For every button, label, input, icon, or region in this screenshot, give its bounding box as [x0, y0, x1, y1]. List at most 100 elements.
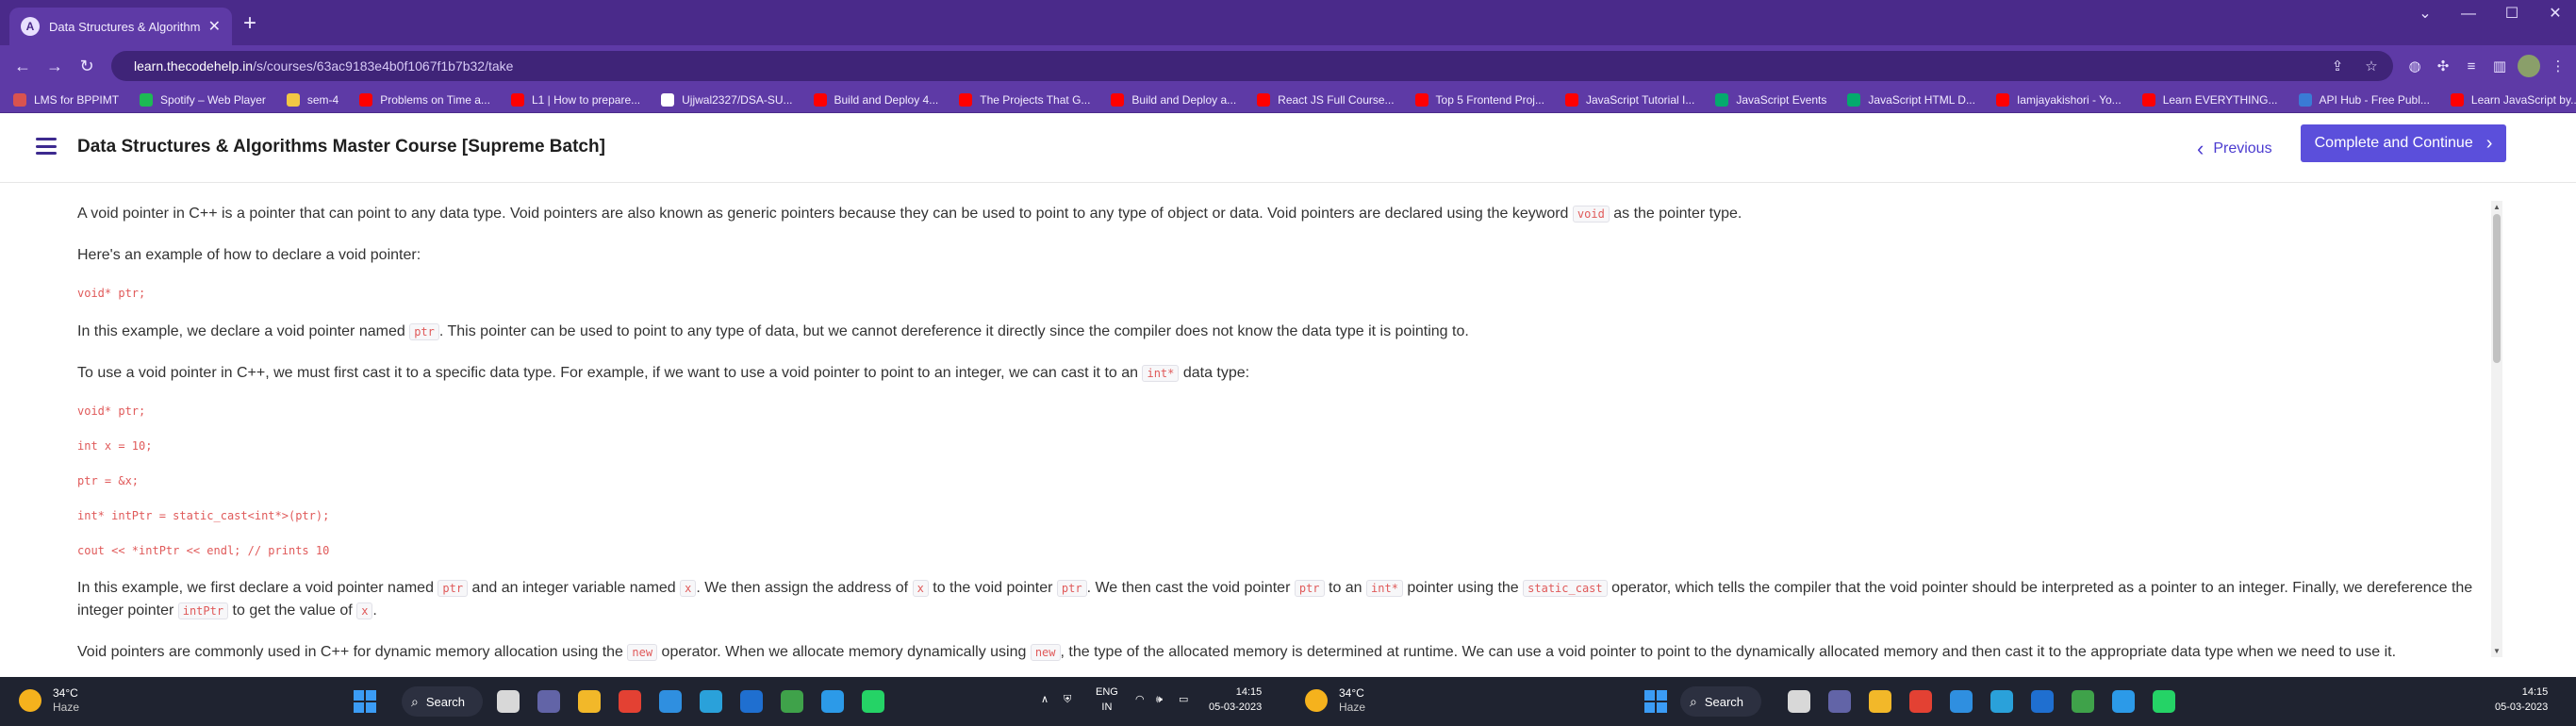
start-menu-icon[interactable]	[354, 690, 376, 713]
bookmark-item[interactable]: React JS Full Course...	[1257, 92, 1395, 107]
mail-icon[interactable]	[740, 690, 763, 713]
weather-widget[interactable]: 34°C Haze	[19, 686, 79, 715]
wifi-icon[interactable]: ◠	[1135, 692, 1145, 707]
xbox-icon[interactable]	[2072, 690, 2094, 713]
code-line: void* ptr;	[77, 287, 146, 300]
bookmark-item[interactable]: sem-4	[286, 92, 339, 107]
maximize-button[interactable]: ☐	[2493, 2, 2531, 26]
scroll-up-arrow-icon[interactable]: ▲	[2491, 203, 2502, 211]
browser-tab[interactable]: A Data Structures & Algorithms M... ✕	[9, 8, 232, 45]
system-clock[interactable]: 14:15 05-03-2023	[2495, 685, 2548, 715]
weather-widget[interactable]: 34°C Haze	[1305, 686, 1365, 715]
file-explorer-icon[interactable]	[1869, 690, 1891, 713]
close-window-button[interactable]: ✕	[2536, 2, 2574, 26]
weather-temp: 34°C	[1339, 686, 1364, 700]
security-icon[interactable]: ⛨	[1064, 692, 1071, 707]
minimize-button[interactable]: —	[2450, 2, 2487, 26]
course-header: Data Structures & Algorithms Master Cour…	[0, 113, 2576, 183]
bookmark-label: Spotify – Web Player	[160, 92, 266, 107]
taskbar-search-button[interactable]: ⌕ Search	[402, 686, 483, 717]
bookmark-item[interactable]: The Projects That G...	[959, 92, 1090, 107]
inline-code: intPtr	[177, 602, 229, 619]
language-indicator[interactable]: ENG IN	[1096, 685, 1118, 715]
teams-icon[interactable]	[1828, 690, 1851, 713]
bookmark-star-icon[interactable]: ☆	[2361, 57, 2382, 77]
paragraph-text: . We then assign the address of	[696, 580, 913, 596]
taskbar-search-button[interactable]: ⌕ Search	[1680, 686, 1761, 717]
chrome-icon[interactable]	[619, 690, 641, 713]
bookmark-item[interactable]: L1 | How to prepare...	[510, 92, 640, 107]
bookmark-item[interactable]: Iamjayakishori - Yo...	[1995, 92, 2122, 107]
battery-icon[interactable]: ▭	[1179, 692, 1188, 707]
system-clock[interactable]: 14:15 05-03-2023	[1209, 685, 1262, 715]
code-line: cout << *intPtr << endl; // prints 10	[77, 544, 330, 557]
new-tab-button[interactable]: +	[243, 9, 256, 38]
vscode-icon[interactable]	[659, 690, 682, 713]
bookmark-item[interactable]: JavaScript Tutorial I...	[1564, 92, 1694, 107]
forward-button[interactable]: →	[41, 53, 68, 79]
paragraph-text: In this example, we first declare a void…	[77, 580, 438, 596]
show-hidden-icons-chevron-icon[interactable]: ∧	[1041, 692, 1049, 707]
paragraph-text: operator. When we allocate memory dynami…	[657, 644, 1031, 660]
paragraph-text: and an integer variable named	[468, 580, 681, 596]
chevron-left-icon: ‹	[2197, 137, 2204, 160]
cortana-icon[interactable]	[821, 690, 844, 713]
volume-icon[interactable]: 🕪	[1156, 692, 1163, 707]
github-icon	[661, 92, 675, 107]
inline-code: int*	[1366, 580, 1403, 597]
task-view-icon[interactable]	[1788, 690, 1810, 713]
address-bar[interactable]: learn.thecodehelp.in/s/courses/63ac9183e…	[111, 51, 2393, 81]
bookmark-label: Learn JavaScript by...	[2470, 92, 2576, 107]
extension-icon[interactable]: ◍	[2404, 57, 2425, 77]
bookmark-item[interactable]: JavaScript HTML D...	[1847, 92, 1975, 107]
share-icon[interactable]: ⇪	[2327, 57, 2348, 77]
telegram-icon[interactable]	[1990, 690, 2013, 713]
bookmark-item[interactable]: Learn JavaScript by...	[2450, 92, 2576, 107]
inline-code: int*	[1142, 365, 1180, 382]
file-explorer-icon[interactable]	[578, 690, 601, 713]
browser-menu-icon[interactable]: ⋮	[2548, 57, 2568, 77]
telegram-icon[interactable]	[700, 690, 722, 713]
complete-and-continue-button[interactable]: Complete and Continue ›	[2301, 124, 2506, 162]
bookmark-item[interactable]: API Hub - Free Publ...	[2298, 92, 2430, 107]
bookmark-item[interactable]: Top 5 Frontend Proj...	[1414, 92, 1544, 107]
chrome-icon[interactable]	[1909, 690, 1932, 713]
youtube-icon	[1414, 92, 1428, 107]
content-scrollbar[interactable]: ▲ ▼	[2491, 201, 2502, 657]
bookmark-item[interactable]: JavaScript Events	[1715, 92, 1826, 107]
complete-label: Complete and Continue	[2314, 135, 2473, 151]
teams-icon[interactable]	[537, 690, 560, 713]
menu-hamburger-icon[interactable]	[36, 138, 57, 155]
bookmark-item[interactable]: Build and Deploy a...	[1111, 92, 1236, 107]
whatsapp-icon[interactable]	[862, 690, 884, 713]
xbox-icon[interactable]	[781, 690, 803, 713]
bookmark-item[interactable]: Build and Deploy 4...	[813, 92, 938, 107]
close-tab-icon[interactable]: ✕	[208, 17, 221, 36]
tab-search-chevron-icon[interactable]: ⌄	[2406, 2, 2444, 26]
mail-icon[interactable]	[2031, 690, 2054, 713]
inline-code: static_cast	[1523, 580, 1608, 597]
back-button[interactable]: ←	[9, 53, 36, 79]
task-view-icon[interactable]	[497, 690, 520, 713]
chevron-right-icon: ›	[2485, 132, 2493, 154]
extensions-puzzle-icon[interactable]: ✣	[2433, 57, 2453, 77]
bookmark-item[interactable]: Spotify – Web Player	[140, 92, 266, 107]
profile-avatar[interactable]	[2518, 55, 2540, 77]
bookmark-item[interactable]: LMS for BPPIMT	[13, 92, 119, 107]
bookmark-label: Iamjayakishori - Yo...	[2016, 92, 2122, 107]
scroll-down-arrow-icon[interactable]: ▼	[2491, 647, 2502, 655]
bookmark-item[interactable]: Ujjwal2327/DSA-SU...	[661, 92, 793, 107]
previous-button[interactable]: ‹ Previous	[2197, 136, 2272, 162]
cortana-icon[interactable]	[2112, 690, 2135, 713]
bookmark-item[interactable]: Learn EVERYTHING...	[2141, 92, 2278, 107]
side-panel-icon[interactable]: ▥	[2489, 57, 2510, 77]
scrollbar-thumb[interactable]	[2493, 214, 2501, 363]
bookmark-item[interactable]: Problems on Time a...	[359, 92, 490, 107]
start-menu-icon[interactable]	[1644, 690, 1667, 713]
vscode-icon[interactable]	[1950, 690, 1973, 713]
reading-list-icon[interactable]: ≡	[2461, 57, 2482, 77]
youtube-icon	[359, 92, 373, 107]
whatsapp-icon[interactable]	[2153, 690, 2175, 713]
taskbar-monitor-2: 34°C Haze ⌕ Search 14:15 05-03-2023	[1288, 677, 2576, 726]
reload-button[interactable]: ↻	[74, 53, 100, 79]
